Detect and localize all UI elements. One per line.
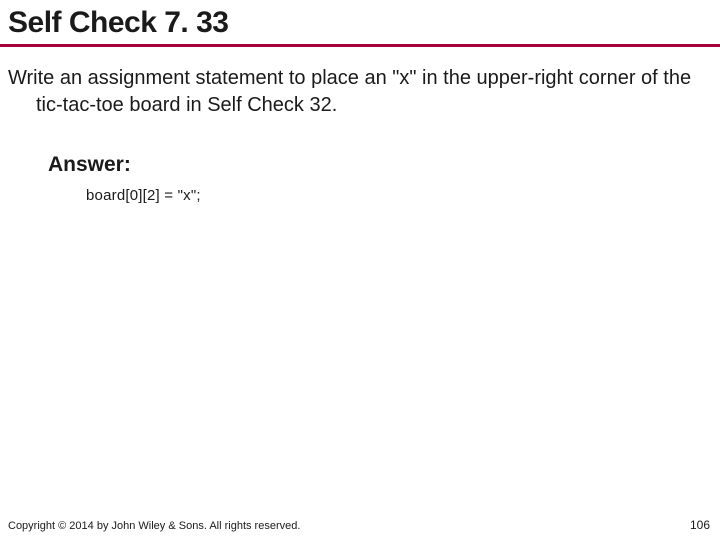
page-title: Self Check 7. 33 <box>0 0 720 44</box>
question-content: Write an assignment statement to place a… <box>8 65 708 119</box>
answer-label: Answer: <box>0 119 720 177</box>
page-number: 106 <box>690 518 710 532</box>
question-text: Write an assignment statement to place a… <box>0 47 720 119</box>
footer: Copyright © 2014 by John Wiley & Sons. A… <box>8 518 710 532</box>
copyright-text: Copyright © 2014 by John Wiley & Sons. A… <box>8 520 300 532</box>
answer-code: board[0][2] = "x"; <box>0 177 720 204</box>
